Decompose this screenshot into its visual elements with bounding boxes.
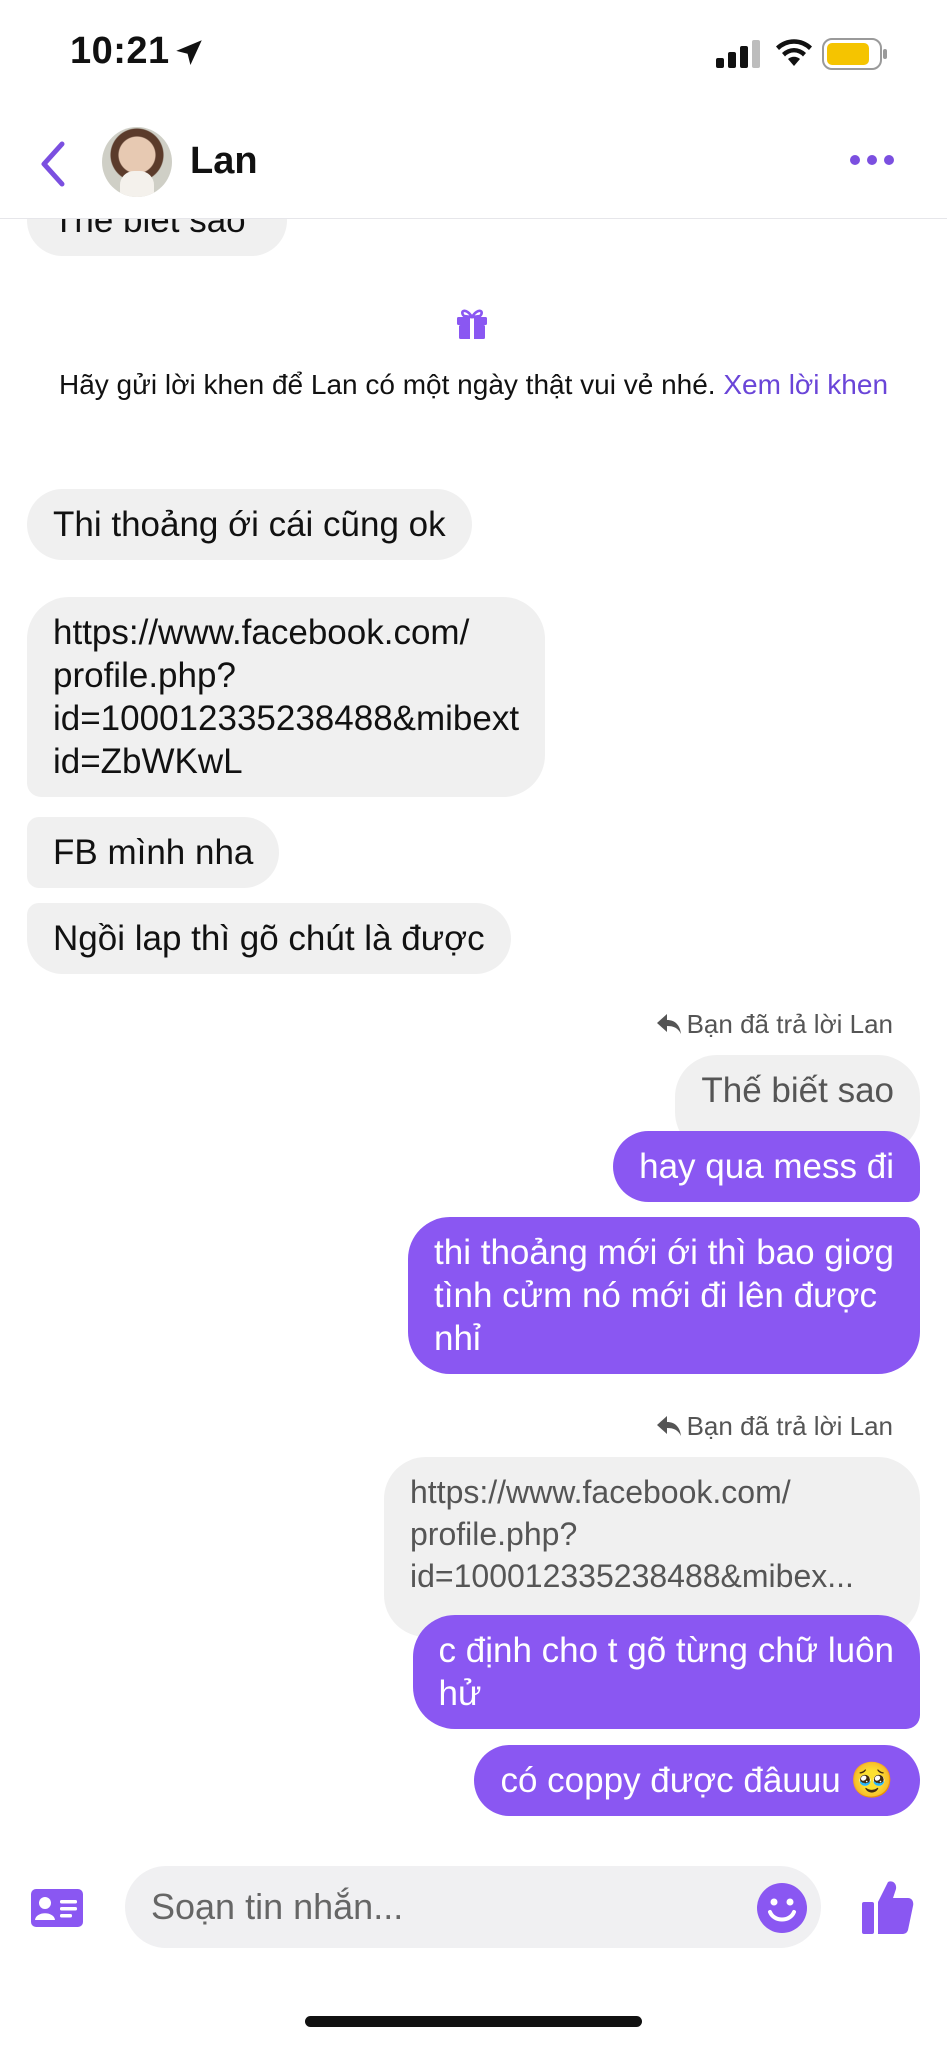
reply-arrow-icon xyxy=(656,1014,681,1034)
outgoing-message[interactable]: có coppy được đâuuu 🥹 xyxy=(474,1745,920,1816)
contact-name[interactable]: Lan xyxy=(190,140,258,183)
outgoing-message[interactable]: thi thoảng mới ới thì bao giơg tình cửm … xyxy=(408,1217,920,1374)
compliment-notice: Hãy gửi lời khen để Lan có một ngày thật… xyxy=(40,367,907,402)
incoming-message[interactable]: Ngồi lap thì gõ chút là được xyxy=(27,903,511,974)
message-composer xyxy=(0,1840,947,1970)
reply-label: Bạn đã trả lời Lan xyxy=(655,1411,893,1442)
reply-arrow-icon xyxy=(656,1416,681,1436)
incoming-message[interactable]: Thi thoảng ới cái cũng ok xyxy=(27,489,472,560)
avatar[interactable] xyxy=(102,127,172,197)
chat-header: Lan xyxy=(0,110,947,219)
reply-label-text: Bạn đã trả lời Lan xyxy=(686,1411,893,1441)
incoming-message[interactable]: Thế biết sao xyxy=(27,219,287,256)
status-time: 10:21 xyxy=(70,30,170,72)
outgoing-message[interactable]: c định cho t gõ từng chữ luôn hử xyxy=(412,1615,920,1729)
thumbs-up-icon[interactable] xyxy=(860,1878,914,1936)
location-arrow-icon xyxy=(176,40,202,66)
message-list[interactable]: Thế biết sao Hãy gửi lời khen để Lan có … xyxy=(0,219,947,1819)
back-button[interactable] xyxy=(34,138,74,190)
gift-icon xyxy=(457,309,487,339)
contact-card-icon[interactable] xyxy=(30,1886,84,1930)
dot-icon xyxy=(850,155,860,165)
view-compliments-link[interactable]: Xem lời khen xyxy=(723,369,888,400)
home-indicator[interactable] xyxy=(305,2016,642,2027)
cellular-signal-icon xyxy=(716,40,760,68)
dot-icon xyxy=(884,155,894,165)
incoming-message[interactable]: FB mình nha xyxy=(27,817,280,888)
status-bar: 10:21 xyxy=(0,0,947,110)
reply-label: Bạn đã trả lời Lan xyxy=(655,1009,893,1040)
dot-icon xyxy=(867,155,877,165)
incoming-link-message[interactable]: https://www.facebook.com/ profile.php? i… xyxy=(27,597,546,797)
reply-label-text: Bạn đã trả lời Lan xyxy=(686,1009,893,1039)
battery-icon xyxy=(822,38,887,70)
more-options-button[interactable] xyxy=(850,152,902,174)
quoted-link-message[interactable]: https://www.facebook.com/ profile.php? i… xyxy=(384,1457,920,1637)
emoji-icon[interactable] xyxy=(756,1882,808,1934)
wifi-icon xyxy=(776,39,812,66)
message-input[interactable] xyxy=(125,1866,821,1948)
compliment-text: Hãy gửi lời khen để Lan có một ngày thật… xyxy=(58,369,716,400)
outgoing-message[interactable]: hay qua mess đi xyxy=(613,1131,920,1202)
